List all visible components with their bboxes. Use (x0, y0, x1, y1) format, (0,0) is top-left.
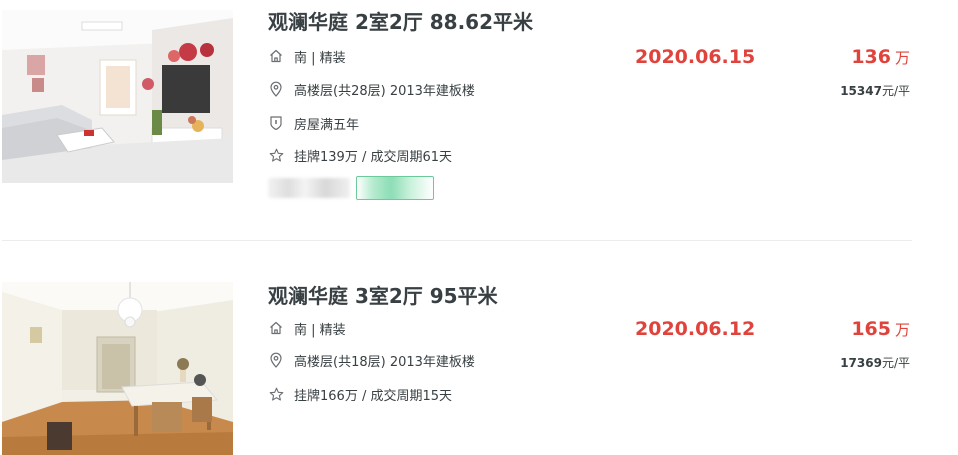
orientation-decoration-text: 南 | 精装 (294, 50, 346, 66)
listing-item: 观澜华庭 3室2厅 95平米 南 | 精装 高楼层(共18层) 2013年建板楼… (0, 272, 958, 455)
unit-price-number: 15347 (840, 84, 882, 98)
total-price-unit: 万 (894, 49, 910, 67)
shield-icon (268, 115, 284, 131)
star-icon (268, 147, 284, 163)
deal-date: 2020.06.12 (635, 318, 756, 340)
total-price-number: 136 (851, 46, 891, 68)
listing-photo[interactable] (2, 10, 233, 183)
tax-row: 房屋满五年 (268, 113, 359, 133)
floor-info-text: 高楼层(共18层) 2013年建板楼 (294, 354, 475, 370)
unit-price-suffix: 元/平 (881, 84, 910, 98)
blurred-tag (268, 178, 350, 198)
listing-info-text: 挂牌166万 / 成交周期15天 (294, 388, 452, 404)
total-price: 165 万 (851, 318, 910, 340)
total-price-unit: 万 (894, 321, 910, 339)
listing-info-row: 挂牌139万 / 成交周期61天 (268, 145, 452, 165)
tag-list (268, 176, 440, 200)
unit-price-suffix: 元/平 (881, 356, 910, 370)
listing-item: 观澜华庭 2室2厅 88.62平米 南 | 精装 高楼层(共28层) 2013年… (0, 0, 958, 240)
floor-row: 高楼层(共28层) 2013年建板楼 (268, 79, 475, 99)
listing-photo[interactable] (2, 282, 233, 455)
total-price-number: 165 (851, 318, 891, 340)
floor-row: 高楼层(共18层) 2013年建板楼 (268, 350, 475, 370)
location-pin-icon (268, 81, 284, 97)
tax-info-text: 房屋满五年 (294, 117, 360, 133)
listing-title[interactable]: 观澜华庭 3室2厅 95平米 (268, 280, 498, 309)
divider (2, 240, 912, 241)
floor-info-text: 高楼层(共28层) 2013年建板楼 (294, 83, 475, 99)
house-icon (268, 320, 284, 336)
unit-price-number: 17369 (840, 356, 882, 370)
listing-info-row: 挂牌166万 / 成交周期15天 (268, 384, 452, 404)
orientation-row: 南 | 精装 (268, 318, 346, 338)
star-icon (268, 386, 284, 402)
orientation-row: 南 | 精装 (268, 46, 346, 66)
listing-title[interactable]: 观澜华庭 2室2厅 88.62平米 (268, 6, 533, 35)
house-icon (268, 48, 284, 64)
listing-info-text: 挂牌139万 / 成交周期61天 (294, 149, 452, 165)
deal-date: 2020.06.15 (635, 46, 756, 68)
deal-listing-list: 观澜华庭 2室2厅 88.62平米 南 | 精装 高楼层(共28层) 2013年… (0, 0, 958, 455)
orientation-decoration-text: 南 | 精装 (294, 322, 346, 338)
unit-price: 17369元/平 (840, 354, 910, 371)
blurred-tag-green (356, 176, 434, 200)
total-price: 136 万 (851, 46, 910, 68)
unit-price: 15347元/平 (840, 82, 910, 99)
location-pin-icon (268, 352, 284, 368)
